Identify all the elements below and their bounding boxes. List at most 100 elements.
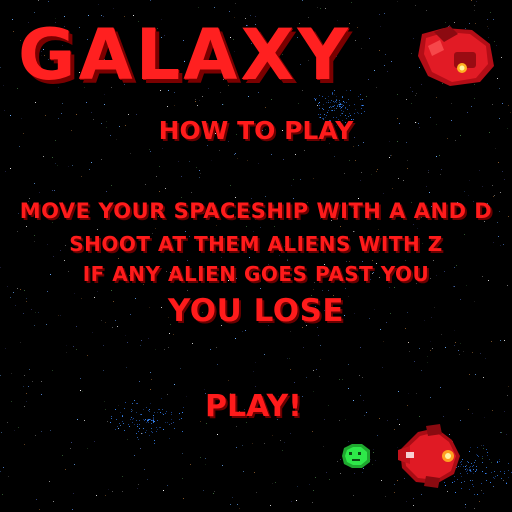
star — [243, 471, 244, 472]
star — [302, 0, 303, 1]
star — [439, 155, 440, 156]
star — [159, 191, 160, 192]
star — [139, 428, 140, 429]
star — [143, 428, 144, 429]
star — [128, 424, 129, 425]
star — [213, 493, 214, 494]
star — [482, 456, 483, 457]
star — [174, 384, 175, 385]
star — [483, 448, 484, 449]
star — [148, 410, 149, 411]
star — [322, 290, 323, 291]
star — [264, 443, 265, 444]
star — [165, 188, 166, 189]
star — [137, 437, 138, 438]
star — [157, 412, 158, 413]
star — [150, 372, 151, 373]
star — [322, 96, 323, 97]
star — [242, 445, 243, 446]
star — [492, 185, 493, 186]
star — [476, 470, 477, 471]
star — [379, 418, 380, 419]
star — [460, 420, 461, 421]
star — [300, 179, 301, 180]
star — [342, 379, 343, 380]
star — [325, 8, 326, 9]
star — [296, 500, 297, 501]
star — [341, 110, 342, 111]
star — [491, 341, 492, 342]
star — [319, 376, 320, 377]
star — [235, 3, 236, 4]
star — [140, 414, 141, 415]
star — [118, 428, 119, 429]
star — [414, 361, 415, 362]
star — [415, 95, 416, 96]
star — [506, 483, 507, 484]
star — [421, 370, 422, 371]
star — [47, 291, 48, 292]
star — [230, 504, 231, 505]
star — [151, 420, 152, 421]
star — [362, 99, 363, 100]
star — [417, 228, 418, 229]
star — [237, 504, 238, 505]
star — [470, 471, 471, 472]
star — [147, 479, 148, 480]
star — [223, 104, 224, 105]
star — [343, 105, 344, 106]
star — [320, 8, 321, 9]
star — [474, 10, 475, 11]
star — [216, 347, 217, 348]
star — [341, 104, 342, 105]
star — [455, 492, 456, 493]
star — [392, 188, 393, 189]
star — [148, 338, 149, 339]
star — [84, 420, 85, 421]
star — [39, 509, 40, 510]
star — [183, 498, 184, 499]
star — [183, 407, 184, 408]
star — [508, 105, 509, 106]
play-button[interactable]: PLAY! — [205, 389, 302, 424]
star — [74, 464, 75, 465]
star — [103, 370, 104, 371]
star — [334, 105, 335, 106]
star — [479, 170, 480, 171]
star — [479, 501, 480, 502]
star — [477, 455, 478, 456]
star — [41, 431, 42, 432]
star — [360, 94, 361, 95]
star — [7, 286, 8, 287]
star — [472, 484, 473, 485]
star — [333, 101, 334, 102]
star — [344, 102, 345, 103]
star — [465, 507, 466, 508]
star — [360, 99, 361, 100]
star — [134, 400, 135, 401]
star — [153, 419, 154, 420]
star — [504, 340, 505, 341]
star — [339, 102, 340, 103]
star — [323, 446, 324, 447]
star — [376, 171, 377, 172]
star — [143, 409, 144, 410]
star — [18, 427, 19, 428]
star — [379, 14, 380, 15]
star — [357, 27, 358, 28]
star — [372, 464, 373, 465]
star — [245, 330, 246, 331]
star — [344, 173, 345, 174]
star — [162, 413, 163, 414]
star — [358, 145, 359, 146]
star — [191, 192, 192, 193]
star — [144, 469, 145, 470]
star — [484, 417, 485, 418]
star — [19, 146, 20, 147]
star — [464, 191, 465, 192]
star — [475, 471, 476, 472]
star — [389, 287, 390, 288]
star — [3, 85, 4, 86]
star — [147, 420, 148, 421]
player-spaceship-icon — [398, 424, 460, 488]
